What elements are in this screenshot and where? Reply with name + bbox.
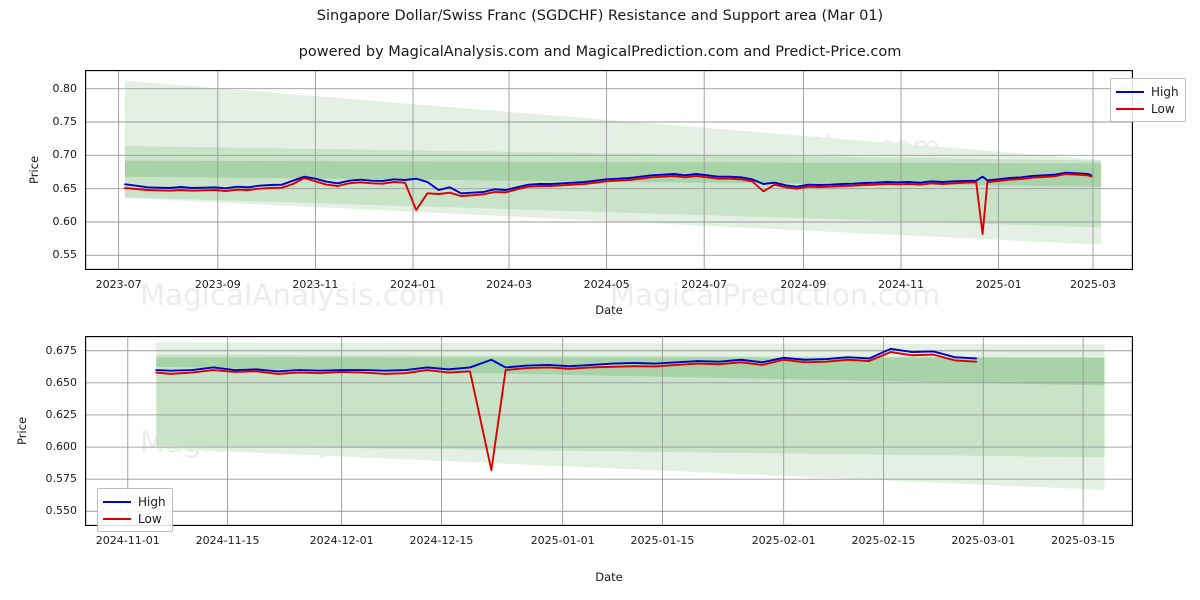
page-subtitle: powered by MagicalAnalysis.com and Magic… <box>298 44 902 60</box>
zoomed-chart-panel <box>85 336 1133 526</box>
legend-swatch-low <box>1116 107 1144 110</box>
y-tick-label: 0.80 <box>52 81 78 95</box>
chart-page: Singapore Dollar/Swiss Franc (SGDCHF) Re… <box>0 0 1200 600</box>
overview-y-axis-label: Price <box>27 155 41 185</box>
x-tick-label: 2024-11 <box>878 278 924 291</box>
x-tick-label: 2023-09 <box>194 278 241 291</box>
x-tick-label: 2023-07 <box>95 278 142 291</box>
x-tick-label: 2023-11 <box>292 278 339 291</box>
x-tick-label: 2025-01-01 <box>530 534 595 547</box>
x-tick-label: 2025-02-01 <box>751 534 816 547</box>
x-tick-label: 2024-12-15 <box>409 534 474 547</box>
x-tick-label: 2025-03-01 <box>951 534 1016 547</box>
x-tick-label: 2025-01-15 <box>630 534 695 547</box>
y-tick-label: 0.550 <box>45 504 78 518</box>
zoomed-plot-svg <box>85 336 1133 526</box>
legend-swatch-high <box>103 500 131 503</box>
zoomed-legend[interactable]: High Low <box>97 488 173 532</box>
zoomed-x-axis-label: Date <box>595 570 623 584</box>
legend-swatch-high <box>1116 90 1144 93</box>
overview-legend[interactable]: High Low <box>1110 78 1186 122</box>
legend-swatch-low <box>103 517 131 520</box>
legend-label: Low <box>1151 101 1175 116</box>
y-tick-label: 0.650 <box>45 375 78 389</box>
x-tick-label: 2025-03-15 <box>1051 534 1116 547</box>
y-tick-label: 0.575 <box>45 472 78 486</box>
overview-chart-panel <box>85 70 1133 270</box>
x-tick-label: 2025-02-15 <box>851 534 916 547</box>
legend-item-high[interactable]: High <box>103 493 166 510</box>
x-tick-label: 2024-03 <box>486 278 532 291</box>
legend-label: Low <box>138 511 162 526</box>
x-tick-label: 2024-05 <box>583 278 630 291</box>
x-tick-label: 2024-09 <box>780 278 827 291</box>
x-tick-label: 2025-01 <box>975 278 1022 291</box>
zoomed-y-axis-label: Price <box>15 416 29 446</box>
y-tick-label: 0.60 <box>52 215 78 228</box>
y-tick-label: 0.675 <box>45 343 78 357</box>
page-title: Singapore Dollar/Swiss Franc (SGDCHF) Re… <box>316 8 884 24</box>
y-tick-label: 0.55 <box>52 248 78 262</box>
legend-item-low[interactable]: Low <box>103 510 166 527</box>
legend-label: High <box>1151 84 1179 99</box>
legend-item-low[interactable]: Low <box>1116 100 1179 117</box>
y-tick-label: 0.75 <box>52 115 78 128</box>
overview-x-axis-label: Date <box>595 303 623 317</box>
x-tick-label: 2024-07 <box>681 278 728 291</box>
x-tick-label: 2024-11-01 <box>95 534 160 547</box>
legend-item-high[interactable]: High <box>1116 83 1179 100</box>
legend-label: High <box>138 494 166 509</box>
x-tick-label: 2024-12-01 <box>309 534 374 547</box>
x-tick-label: 2025-03 <box>1070 278 1116 291</box>
x-tick-label: 2024-01 <box>390 278 436 291</box>
overview-plot-svg <box>85 70 1133 270</box>
x-tick-label: 2024-11-15 <box>195 534 260 547</box>
